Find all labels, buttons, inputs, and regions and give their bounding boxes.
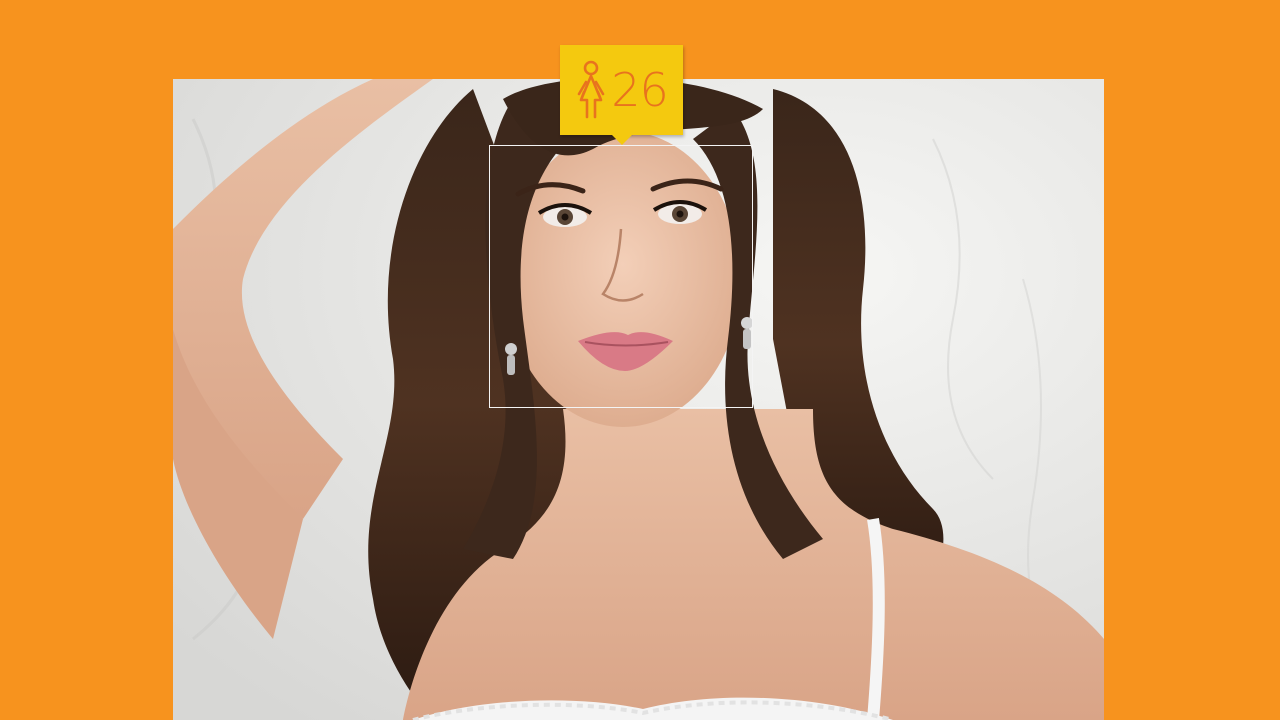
- female-person-icon: [577, 60, 605, 119]
- face-detection-box: [489, 145, 753, 408]
- estimated-age: 26: [611, 63, 669, 117]
- age-estimate-badge: 26: [560, 45, 683, 145]
- age-detection-page: 26: [0, 0, 1280, 720]
